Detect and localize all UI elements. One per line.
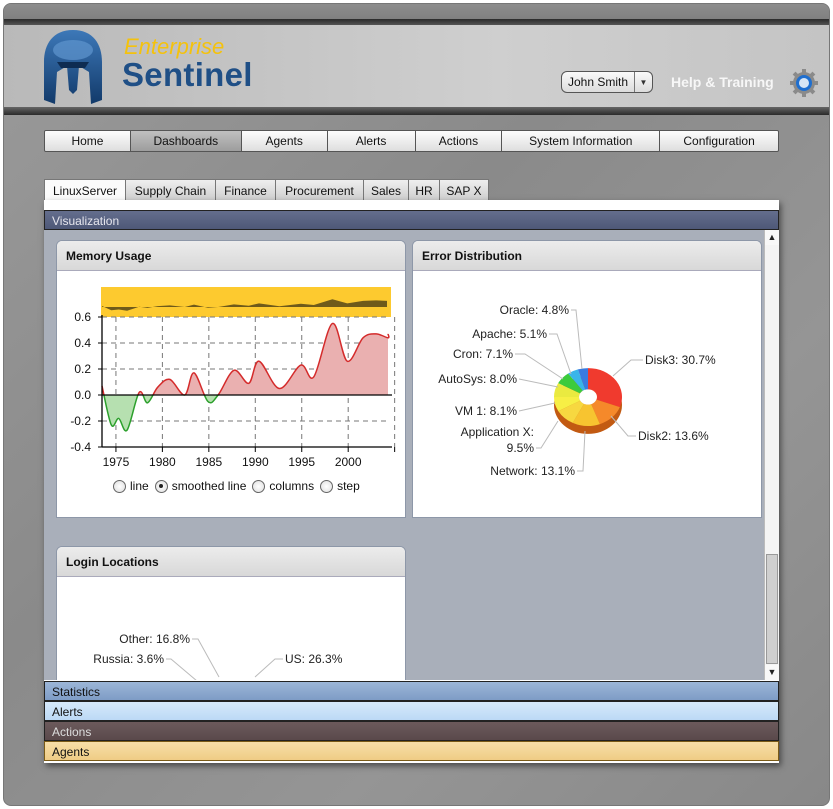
memory-usage-card: Memory Usage 0.6 0.4 0.2 0.0 -0.2 -0.4 1975 198… [56, 240, 406, 518]
y-tick-label: 0.6 [74, 310, 91, 324]
pie-label: Russia: 3.6% [93, 652, 164, 666]
app-window: Enterprise Sentinel John Smith ▼ Help & … [3, 3, 830, 806]
logo-sentinel-text: Sentinel [122, 56, 253, 93]
helmet-logo-icon [44, 30, 102, 104]
y-tick-label: 0.4 [74, 336, 91, 350]
login-locations-card: Login Locations US: 26.3% Other: 16.8% Rus… [56, 546, 406, 680]
pie-label: Cron: 7.1% [453, 347, 513, 361]
x-tick-label: 1975 [103, 455, 130, 469]
radio-circle[interactable] [320, 479, 334, 493]
nav-home[interactable]: Home [45, 131, 131, 151]
login-locations-chart[interactable]: US: 26.3% Other: 16.8% Russia: 3.6% [57, 577, 406, 680]
vertical-scrollbar[interactable]: ▲ ▼ [764, 230, 779, 680]
positive-area [102, 323, 389, 395]
radio-label: line [130, 479, 149, 493]
radio-step[interactable]: step [320, 479, 360, 493]
radio-label: columns [269, 479, 315, 493]
x-tick-label: 1990 [242, 455, 269, 469]
pie-label: AutoSys: 8.0% [438, 372, 517, 386]
pie-hole [579, 389, 597, 405]
nav-system-information[interactable]: System Information [502, 131, 661, 151]
pie-label: Disk2: 13.6% [638, 429, 709, 443]
pie-label-connector [518, 402, 556, 412]
radio-circle-selected[interactable] [154, 479, 168, 493]
tab-sales[interactable]: Sales [363, 179, 409, 201]
tab-finance[interactable]: Finance [215, 179, 276, 201]
y-tick-label: -0.4 [70, 440, 91, 454]
scroll-up-arrow-icon[interactable]: ▲ [765, 230, 779, 245]
nav-alerts[interactable]: Alerts [327, 131, 416, 151]
pie-label: Network: 13.1% [490, 464, 575, 478]
tab-hr[interactable]: HR [408, 179, 440, 201]
radio-columns[interactable]: columns [252, 479, 314, 493]
nav-dashboards[interactable]: Dashboards [130, 131, 242, 151]
x-tick-label: 1995 [288, 455, 315, 469]
x-tick-label: 2000 [335, 455, 362, 469]
pie-label-connector [518, 378, 559, 388]
pie-label-connector [192, 638, 220, 678]
visualization-body: Memory Usage 0.6 0.4 0.2 0.0 -0.2 -0.4 1975 198… [44, 230, 764, 680]
x-tick-label: 1980 [149, 455, 176, 469]
tab-linuxserver[interactable]: LinuxServer [44, 179, 126, 202]
pie-label-connector [515, 353, 564, 380]
navigator-band [101, 287, 391, 317]
main-nav: Home Dashboards Agents Alerts Actions Sy… [44, 130, 779, 152]
error-distribution-card: Error Distribution Disk3: 30.7% Disk2: 13… [412, 240, 762, 518]
login-locations-title: Login Locations [57, 547, 405, 577]
tab-procurement[interactable]: Procurement [275, 179, 364, 201]
pie-label-connector [571, 309, 583, 370]
pie-label: Application X: [461, 425, 534, 439]
y-tick-label: 0.0 [74, 388, 91, 402]
memory-usage-chart[interactable]: 0.6 0.4 0.2 0.0 -0.2 -0.4 1975 1980 1985 1990 1995… [57, 271, 406, 501]
tab-supply-chain[interactable]: Supply Chain [125, 179, 216, 201]
pie-label-connector [612, 359, 643, 377]
dashboard-panel: Visualization Memory Usage 0.6 0.4 0.2 0.0 -… [44, 200, 779, 763]
actions-section[interactable]: Actions [44, 721, 779, 741]
nav-actions[interactable]: Actions [415, 131, 503, 151]
y-tick-label: -0.2 [70, 414, 91, 428]
statistics-section[interactable]: Statistics [44, 681, 779, 701]
scroll-thumb[interactable] [766, 554, 778, 664]
error-distribution-chart[interactable]: Disk3: 30.7% Disk2: 13.6% Network: 13.1% Ap… [413, 271, 762, 517]
pie-label: Disk3: 30.7% [645, 353, 716, 367]
nav-configuration[interactable]: Configuration [660, 131, 778, 151]
pie-label-connector [536, 420, 559, 449]
radio-label: smoothed line [171, 479, 247, 493]
chevron-down-icon[interactable]: ▼ [634, 72, 652, 92]
x-tick-label: 1985 [195, 455, 222, 469]
pie-label-connector [254, 658, 283, 678]
pie-label-connector [549, 333, 572, 375]
alerts-section[interactable]: Alerts [44, 701, 779, 721]
help-training-link[interactable]: Help & Training [671, 74, 774, 90]
scroll-down-arrow-icon[interactable]: ▼ [765, 665, 779, 680]
radio-label: step [337, 479, 360, 493]
pie-label-connector [166, 658, 197, 680]
user-menu-button[interactable]: John Smith ▼ [561, 71, 653, 93]
pie-label: Oracle: 4.8% [500, 303, 570, 317]
pie-label: Apache: 5.1% [472, 327, 547, 341]
chart-type-options: line smoothed line columns step [113, 479, 360, 493]
nav-agents[interactable]: Agents [241, 131, 328, 151]
user-name: John Smith [567, 75, 629, 89]
y-tick-label: 0.2 [74, 362, 91, 376]
visualization-header[interactable]: Visualization [44, 210, 779, 230]
pie-label-connector [577, 430, 586, 472]
gear-icon[interactable] [790, 69, 818, 97]
tab-sap-x[interactable]: SAP X [439, 179, 489, 201]
agents-section[interactable]: Agents [44, 741, 779, 761]
error-distribution-title: Error Distribution [413, 241, 761, 271]
memory-usage-title: Memory Usage [57, 241, 405, 271]
radio-line[interactable]: line [113, 479, 149, 493]
pie-label: 9.5% [507, 441, 535, 455]
dashboard-tabs: LinuxServer Supply Chain Finance Procure… [44, 179, 489, 202]
pie-label: Other: 16.8% [119, 632, 190, 646]
pie-label: US: 26.3% [285, 652, 343, 666]
radio-smoothed-line[interactable]: smoothed line [154, 479, 247, 493]
radio-circle[interactable] [113, 479, 126, 493]
pie-label: VM 1: 8.1% [455, 404, 517, 418]
radio-circle[interactable] [252, 479, 266, 493]
